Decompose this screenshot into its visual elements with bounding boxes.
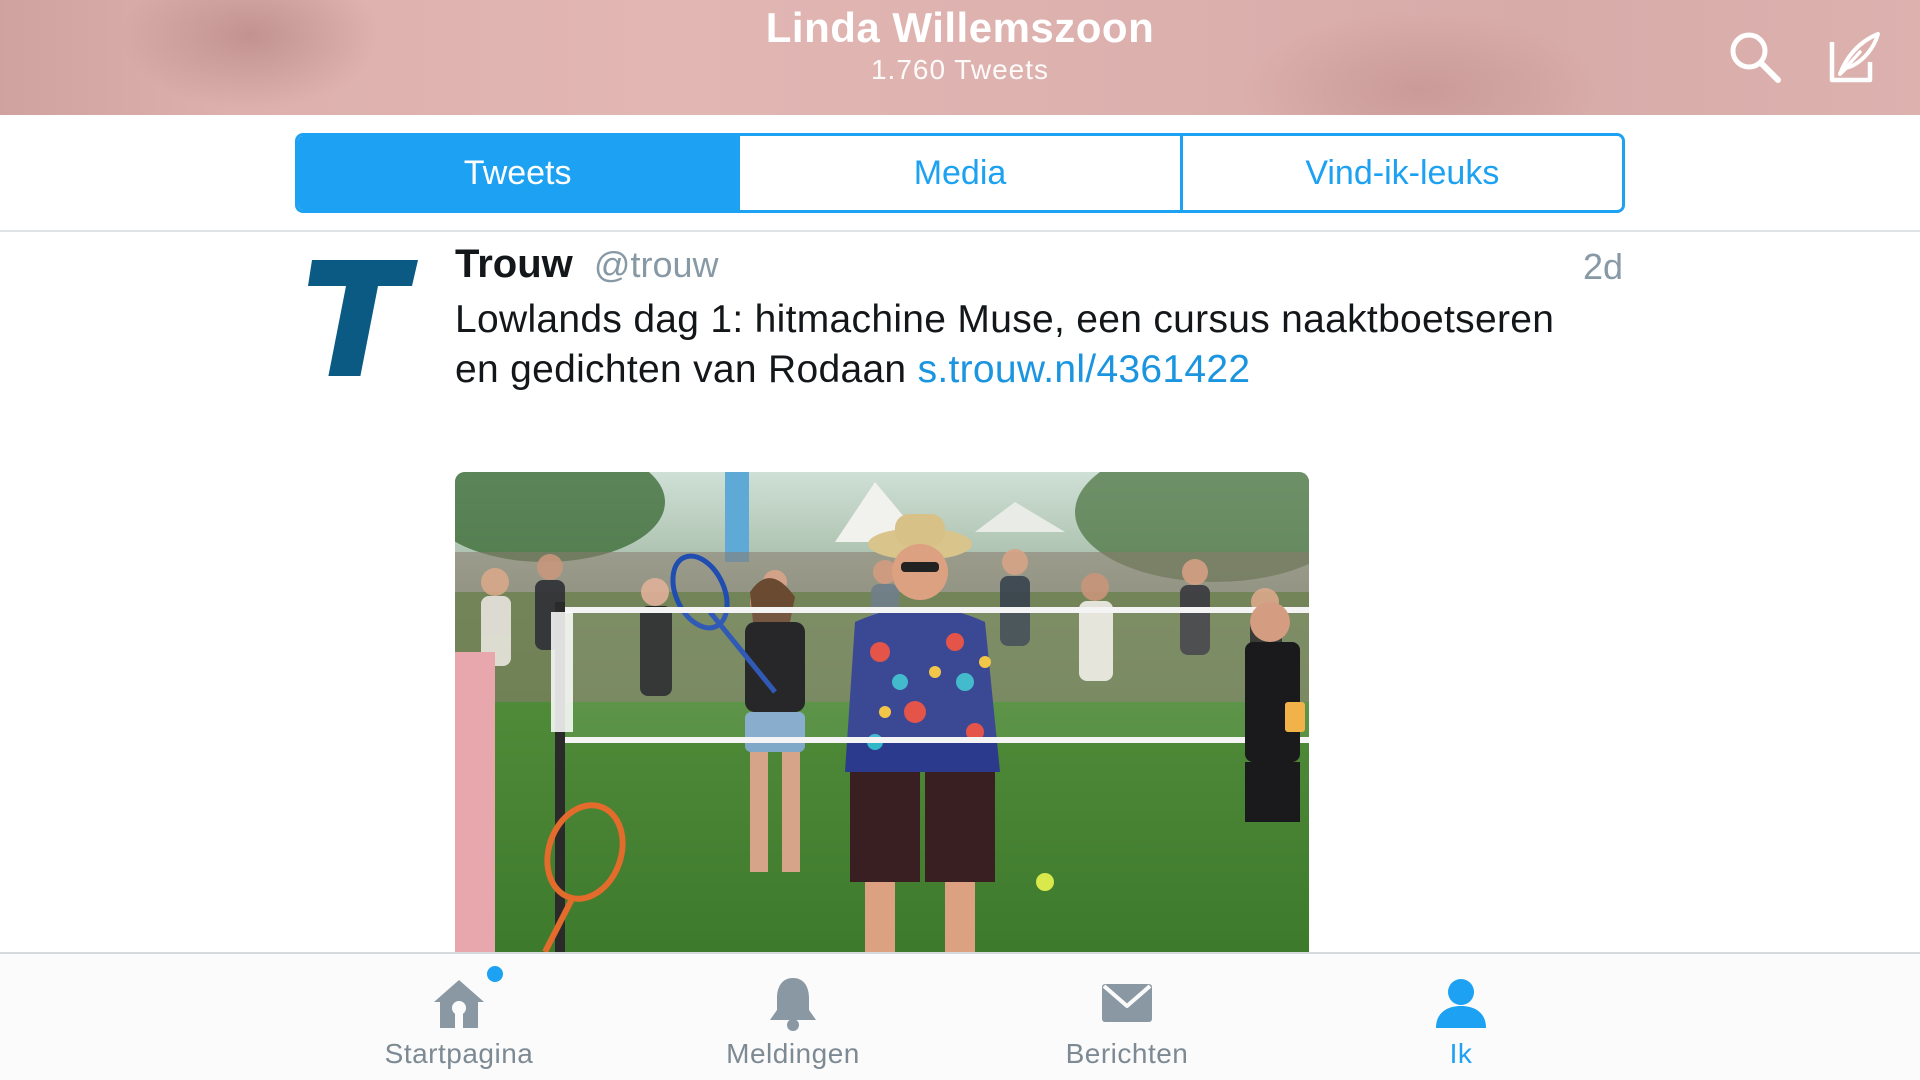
tab-notifications[interactable]: Meldingen [643, 972, 943, 1078]
tweet-timestamp: 2d [1582, 246, 1623, 287]
tab-media[interactable]: Media [737, 136, 1180, 210]
person-icon [1436, 979, 1486, 1028]
search-icon [1730, 32, 1781, 83]
tweet-count: 1.760 Tweets [870, 54, 1050, 85]
tab-home[interactable]: Startpagina [309, 966, 609, 1078]
tweet[interactable]: Trouw @trouw 2d Lowlands dag 1: hitmachi… [0, 232, 1920, 952]
home-icon [434, 980, 484, 1028]
compose-icon [1829, 32, 1880, 83]
bell-icon [770, 978, 816, 1031]
app-window: Linda Willemszoon 1.760 Tweets Tweets Me… [0, 0, 1920, 1080]
profile-tabs-bar: Tweets Media Vind-ik-leuks [0, 115, 1920, 232]
tab-me[interactable]: Ik [1311, 972, 1611, 1078]
bottom-tab-bar: Startpagina Meldingen Berichten Ik [0, 952, 1920, 1080]
envelope-icon [1102, 984, 1152, 1022]
tab-label: Meldingen [726, 1038, 860, 1069]
profile-segmented-control: Tweets Media Vind-ik-leuks [295, 133, 1625, 213]
tweet-photo[interactable] [455, 472, 1309, 952]
profile-header: Linda Willemszoon 1.760 Tweets [0, 0, 1920, 115]
notification-dot [487, 966, 503, 982]
author-name[interactable]: Trouw [455, 242, 573, 286]
tab-likes[interactable]: Vind-ik-leuks [1179, 136, 1622, 210]
search-button[interactable] [1722, 24, 1788, 90]
profile-name: Linda Willemszoon [765, 4, 1155, 51]
tweet-link[interactable]: s.trouw.nl/​4361422 [918, 348, 1251, 391]
tab-label: Ik [1449, 1038, 1473, 1069]
compose-tweet-button[interactable] [1820, 24, 1886, 90]
tab-label: Startpagina [384, 1038, 534, 1069]
tweet-text: Lowlands dag 1: hitmachine Muse, een cur… [455, 295, 1565, 395]
author-handle: @trouw [593, 244, 719, 285]
trouw-logo [308, 260, 418, 378]
tab-label: Berichten [1065, 1038, 1189, 1069]
photo-illustration [455, 472, 1309, 952]
avatar[interactable] [300, 246, 430, 378]
tweet-author[interactable]: Trouw @trouw [455, 242, 718, 287]
tab-tweets[interactable]: Tweets [298, 136, 738, 210]
tab-messages[interactable]: Berichten [977, 972, 1277, 1078]
